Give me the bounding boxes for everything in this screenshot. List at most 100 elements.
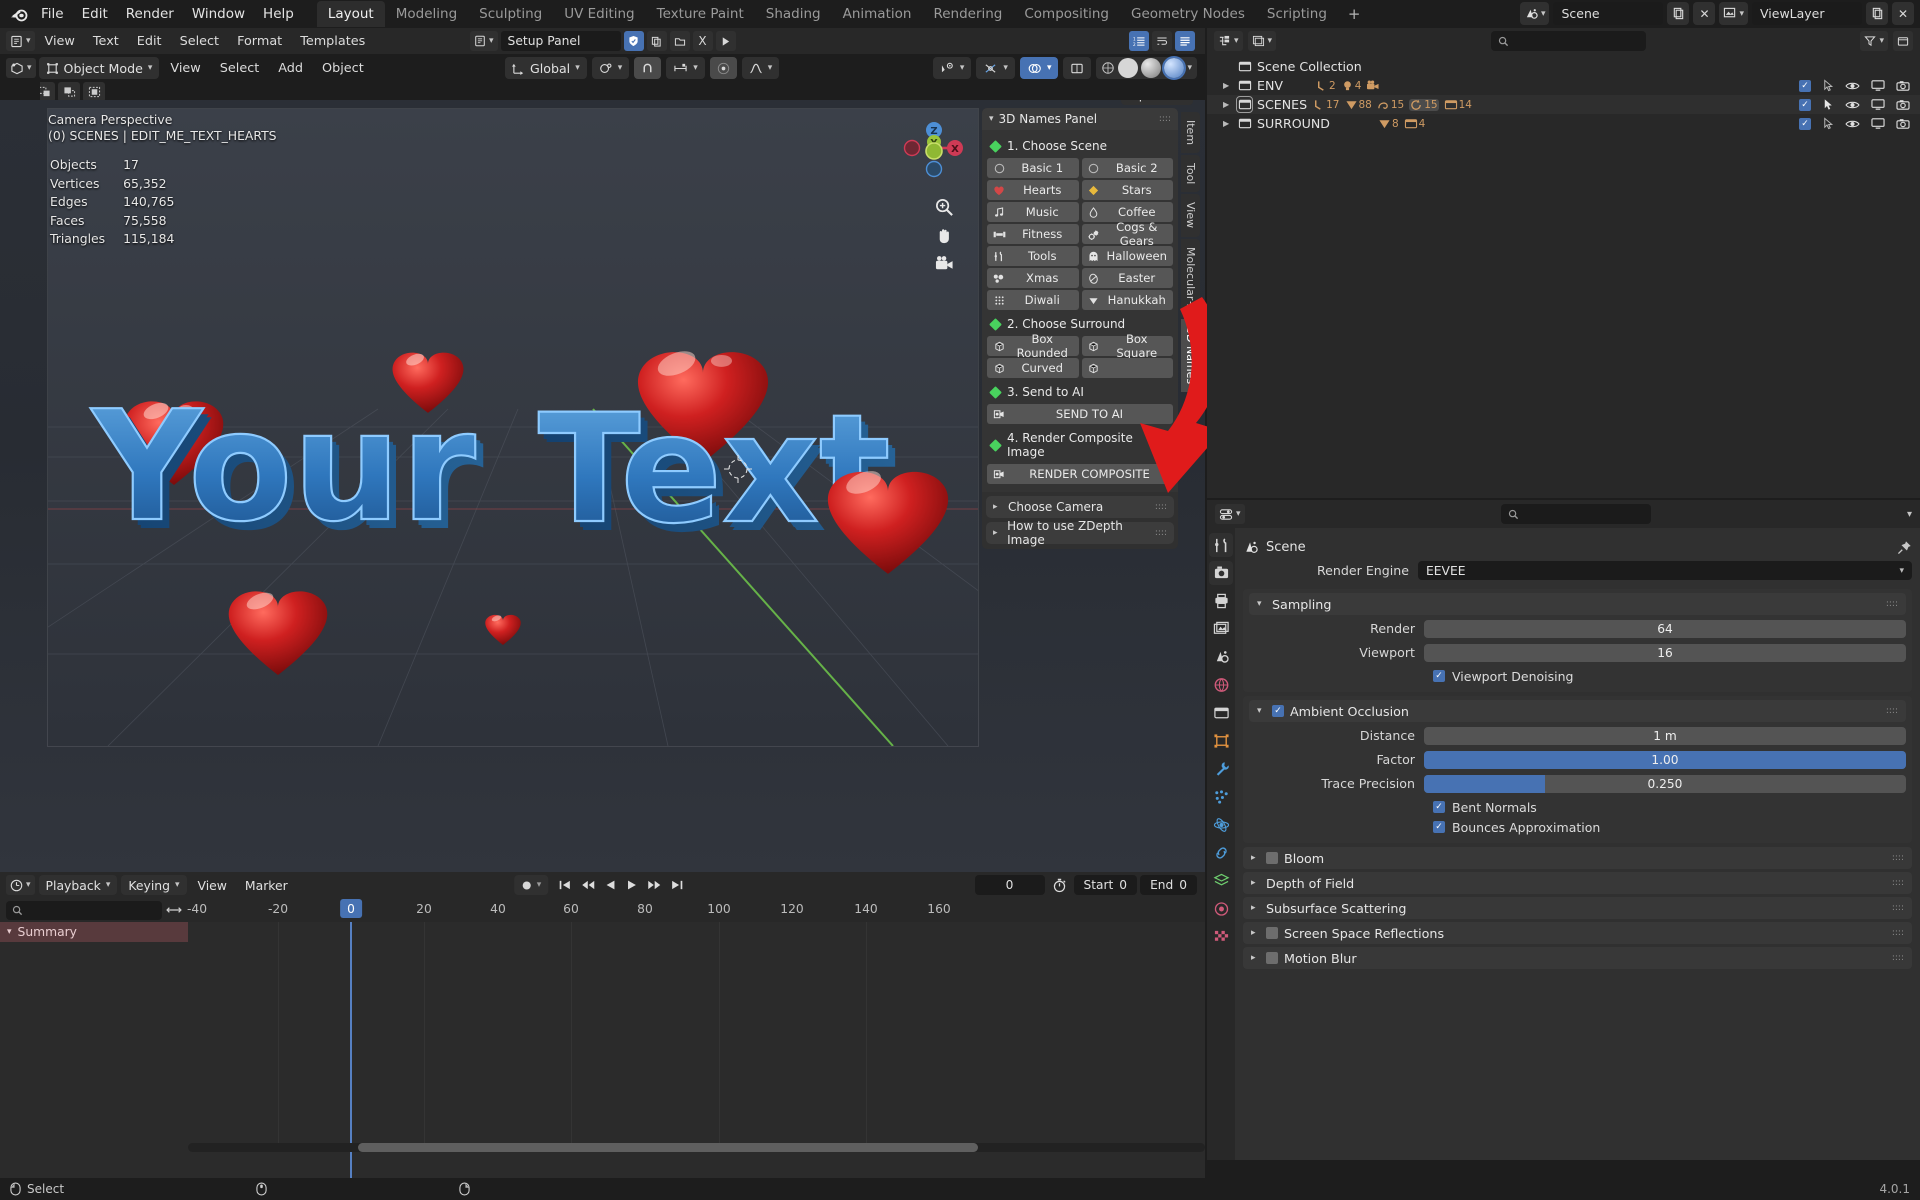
disable-viewport-icon[interactable] (1871, 117, 1885, 130)
select-subtract-icon[interactable] (58, 82, 80, 102)
gizmo-toggle[interactable]: ▾ (976, 57, 1015, 79)
pan-hand-icon[interactable] (931, 222, 957, 248)
prev-keyframe-icon[interactable] (580, 879, 596, 891)
selectable-cursor-icon[interactable] (1822, 98, 1834, 111)
properties-editor[interactable]: ▾ ▾ Scene Render Engine EEVEE ▾ ▾ Sampli… (1207, 500, 1920, 1160)
stopwatch-icon[interactable] (1048, 878, 1071, 893)
grip-dots-icon[interactable]: :::: (1155, 503, 1167, 512)
workspace-tab-texture-paint[interactable]: Texture Paint (646, 1, 755, 27)
hide-eye-icon[interactable] (1845, 99, 1860, 111)
scene-button-hanukkah[interactable]: Hanukkah (1081, 290, 1173, 310)
workspace-tab-geometry-nodes[interactable]: Geometry Nodes (1120, 1, 1256, 27)
depth-of-field-panel-header[interactable]: ▸ Depth of Field :::: (1243, 872, 1912, 894)
grip-dots-icon[interactable]: :::: (1886, 600, 1898, 609)
timeline-menu-marker[interactable]: Marker (238, 875, 295, 895)
ao-trace-precision-slider[interactable]: 0.250 (1424, 774, 1906, 793)
expand-triangle-icon[interactable]: ▶ (1223, 81, 1232, 90)
timeline-menu-keying[interactable]: Keying ▾ (121, 875, 187, 895)
npanel-tab-3d-names[interactable]: 3D Names (1181, 319, 1200, 393)
open-file-icon[interactable] (669, 31, 690, 51)
grip-dots-icon[interactable]: :::: (1159, 115, 1171, 124)
viewport-options-button[interactable]: Options ▾ (1121, 100, 1193, 105)
timeline-search-input[interactable] (6, 900, 162, 920)
scene-name-field[interactable]: Scene (1553, 2, 1664, 25)
workspace-tab-rendering[interactable]: Rendering (922, 1, 1013, 27)
line-numbers-icon[interactable]: 12 (1129, 31, 1149, 51)
editor-type-3dview-icon[interactable]: ▾ (6, 58, 36, 78)
timeline-ruler[interactable]: -40 -20 0 20 40 60 80 100 120 140 160 0 (187, 898, 1205, 922)
workspace-tab-compositing[interactable]: Compositing (1013, 1, 1120, 27)
duplicate-icon[interactable] (646, 31, 667, 51)
pin-icon[interactable] (1897, 540, 1912, 555)
menu-render[interactable]: Render (117, 2, 183, 26)
checkbox-icon[interactable]: ✓ (1433, 670, 1445, 682)
outliner-row-surround[interactable]: ▶ SURROUND 8 4 ✓ (1207, 114, 1920, 133)
blender-logo-icon[interactable] (6, 2, 32, 26)
workspace-tab-uv-editing[interactable]: UV Editing (553, 1, 645, 27)
expand-triangle-icon[interactable]: ▶ (1223, 100, 1232, 109)
grip-dots-icon[interactable]: :::: (1155, 529, 1167, 538)
new-scene-icon[interactable] (1667, 2, 1690, 25)
shading-material-preview-icon[interactable] (1141, 58, 1162, 78)
sampling-panel-header[interactable]: ▾ Sampling :::: (1249, 593, 1906, 615)
text-menu-format[interactable]: Format (229, 31, 290, 52)
ambient-occlusion-panel-header[interactable]: ▾ ✓ Ambient Occlusion :::: (1249, 700, 1906, 722)
text-datablock-icon[interactable]: ▾ (470, 31, 498, 51)
syntax-highlight-icon[interactable] (1175, 31, 1195, 51)
sampling-viewport-value[interactable]: 16 (1424, 643, 1906, 662)
workspace-tab-modeling[interactable]: Modeling (385, 1, 468, 27)
snap-toggle[interactable] (634, 57, 662, 79)
menu-window[interactable]: Window (183, 2, 254, 26)
properties-tab-scene[interactable] (1209, 645, 1233, 669)
vp-menu-select[interactable]: Select (212, 58, 267, 79)
npanel-tab-molecular[interactable]: Molecular+ (1181, 238, 1200, 318)
scene-button-tools[interactable]: Tools (987, 246, 1079, 266)
checkbox-icon[interactable]: ✓ (1272, 705, 1284, 717)
subpanel-zdepth-help[interactable]: ▸ How to use ZDepth Image :::: (986, 519, 1174, 547)
transform-orientation-selector[interactable]: Global ▾ (505, 57, 587, 79)
text-menu-templates[interactable]: Templates (292, 31, 373, 52)
scene-button-diwali[interactable]: Diwali (987, 290, 1079, 310)
text-menu-text[interactable]: Text (85, 31, 127, 52)
frame-end-field[interactable]: End 0 (1140, 875, 1197, 895)
select-invert-icon[interactable] (83, 82, 105, 102)
selectable-cursor-icon[interactable] (1822, 117, 1834, 130)
chevron-down-icon[interactable]: ▾ (1907, 509, 1912, 520)
grip-dots-icon[interactable]: :::: (1892, 929, 1904, 938)
surround-button-box-square[interactable]: Box Square (1081, 332, 1173, 360)
object-visibility-selector[interactable]: ▾ (932, 57, 972, 79)
xray-toggle[interactable] (1063, 57, 1092, 79)
run-script-icon[interactable] (715, 31, 736, 51)
scene-button-music[interactable]: Music (987, 202, 1079, 222)
scene-button-fitness[interactable]: Fitness (987, 224, 1079, 244)
scene-button-cogs-gears[interactable]: Cogs & Gears (1081, 220, 1173, 248)
scene-button-basic-2[interactable]: Basic 2 (1081, 158, 1173, 178)
zoom-icon[interactable] (931, 194, 957, 220)
timeline-editor[interactable]: ▾ Playback ▾ Keying ▾ View Marker ▾ 0 St… (0, 872, 1205, 1178)
properties-tab-collection[interactable] (1209, 701, 1233, 725)
viewlayer-name-field[interactable]: ViewLayer (1752, 2, 1862, 25)
properties-editor-icon[interactable]: ▾ (1215, 504, 1245, 524)
properties-tab-material[interactable] (1209, 897, 1233, 921)
vp-menu-add[interactable]: Add (270, 58, 311, 79)
properties-tab-data[interactable] (1209, 869, 1233, 893)
play-icon[interactable] (625, 879, 638, 891)
properties-tab-render[interactable] (1209, 561, 1233, 585)
grip-dots-icon[interactable]: :::: (1886, 707, 1898, 716)
new-collection-icon[interactable] (1893, 31, 1913, 51)
text-menu-view[interactable]: View (37, 31, 83, 52)
vp-menu-object[interactable]: Object (314, 58, 372, 79)
menu-edit[interactable]: Edit (73, 2, 117, 26)
menu-file[interactable]: File (32, 2, 73, 26)
disable-render-icon[interactable] (1896, 99, 1910, 111)
triangle-down-icon[interactable]: ▾ (7, 927, 12, 937)
navigation-gizmo[interactable]: Z Y X (898, 108, 970, 180)
properties-tab-particles[interactable] (1209, 785, 1233, 809)
scene-button-hearts[interactable]: Hearts (987, 180, 1079, 200)
workspace-tab-sculpting[interactable]: Sculpting (468, 1, 553, 27)
npanel-tab-view[interactable]: View (1181, 194, 1200, 237)
screen-space-reflections-panel-header[interactable]: ▸ Screen Space Reflections :::: (1243, 922, 1912, 944)
surround-button-extra[interactable] (1081, 358, 1173, 378)
ao-distance-value[interactable]: 1 m (1424, 726, 1906, 745)
viewport-denoising-row[interactable]: ✓ Viewport Denoising (1249, 666, 1906, 686)
